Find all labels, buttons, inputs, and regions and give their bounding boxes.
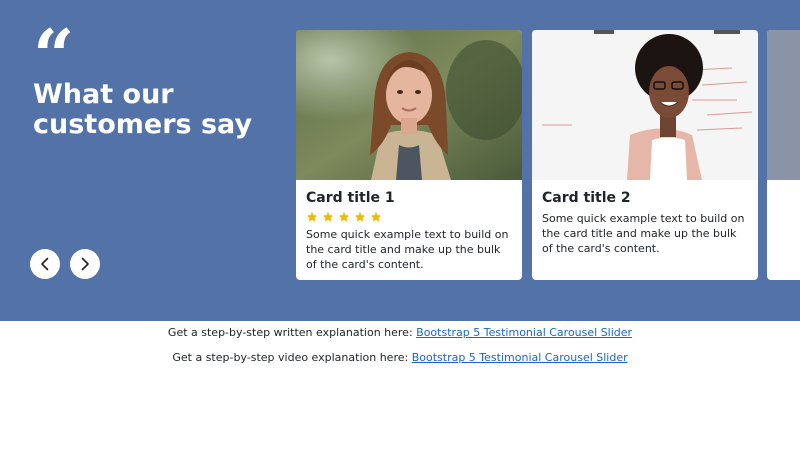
- carousel-next-button[interactable]: [70, 249, 100, 279]
- video-explanation-link[interactable]: Bootstrap 5 Testimonial Carousel Slider: [412, 351, 628, 364]
- card-title: Card title 1: [306, 190, 395, 206]
- section-heading: What our customers say: [33, 79, 253, 140]
- customer-photo: [767, 30, 800, 180]
- written-explanation-link[interactable]: Bootstrap 5 Testimonial Carousel Slider: [416, 326, 632, 339]
- video-explanation-text: Get a step-by-step video explanation her…: [172, 351, 412, 364]
- testimonial-card: Card title 2 Some quick example text to …: [532, 30, 758, 280]
- video-explanation-line: Get a step-by-step video explanation her…: [0, 351, 800, 365]
- written-explanation-text: Get a step-by-step written explanation h…: [167, 326, 417, 339]
- star-icon: [354, 211, 366, 222]
- card-text: Some quick example text to build on the …: [306, 228, 509, 271]
- written-explanation-line: Get a step-by-step written explanation h…: [0, 326, 800, 340]
- chevron-right-icon: [81, 257, 89, 271]
- carousel-prev-button[interactable]: [30, 249, 60, 279]
- star-icon: [370, 211, 382, 222]
- card-text: Some quick example text to build on the …: [542, 212, 745, 255]
- star-icon: [306, 211, 318, 222]
- customer-photo: [296, 30, 522, 180]
- chevron-left-icon: [41, 257, 49, 271]
- testimonial-section: “ What our customers say Card title 1 So…: [0, 0, 800, 321]
- star-icon: [338, 211, 350, 222]
- star-rating: [306, 211, 512, 225]
- customer-photo: [532, 30, 758, 180]
- star-icon: [322, 211, 334, 222]
- card-title: Card title 2: [542, 190, 631, 206]
- testimonial-card: Card title 1 Some quick example text to …: [296, 30, 522, 280]
- testimonial-card: [767, 30, 800, 280]
